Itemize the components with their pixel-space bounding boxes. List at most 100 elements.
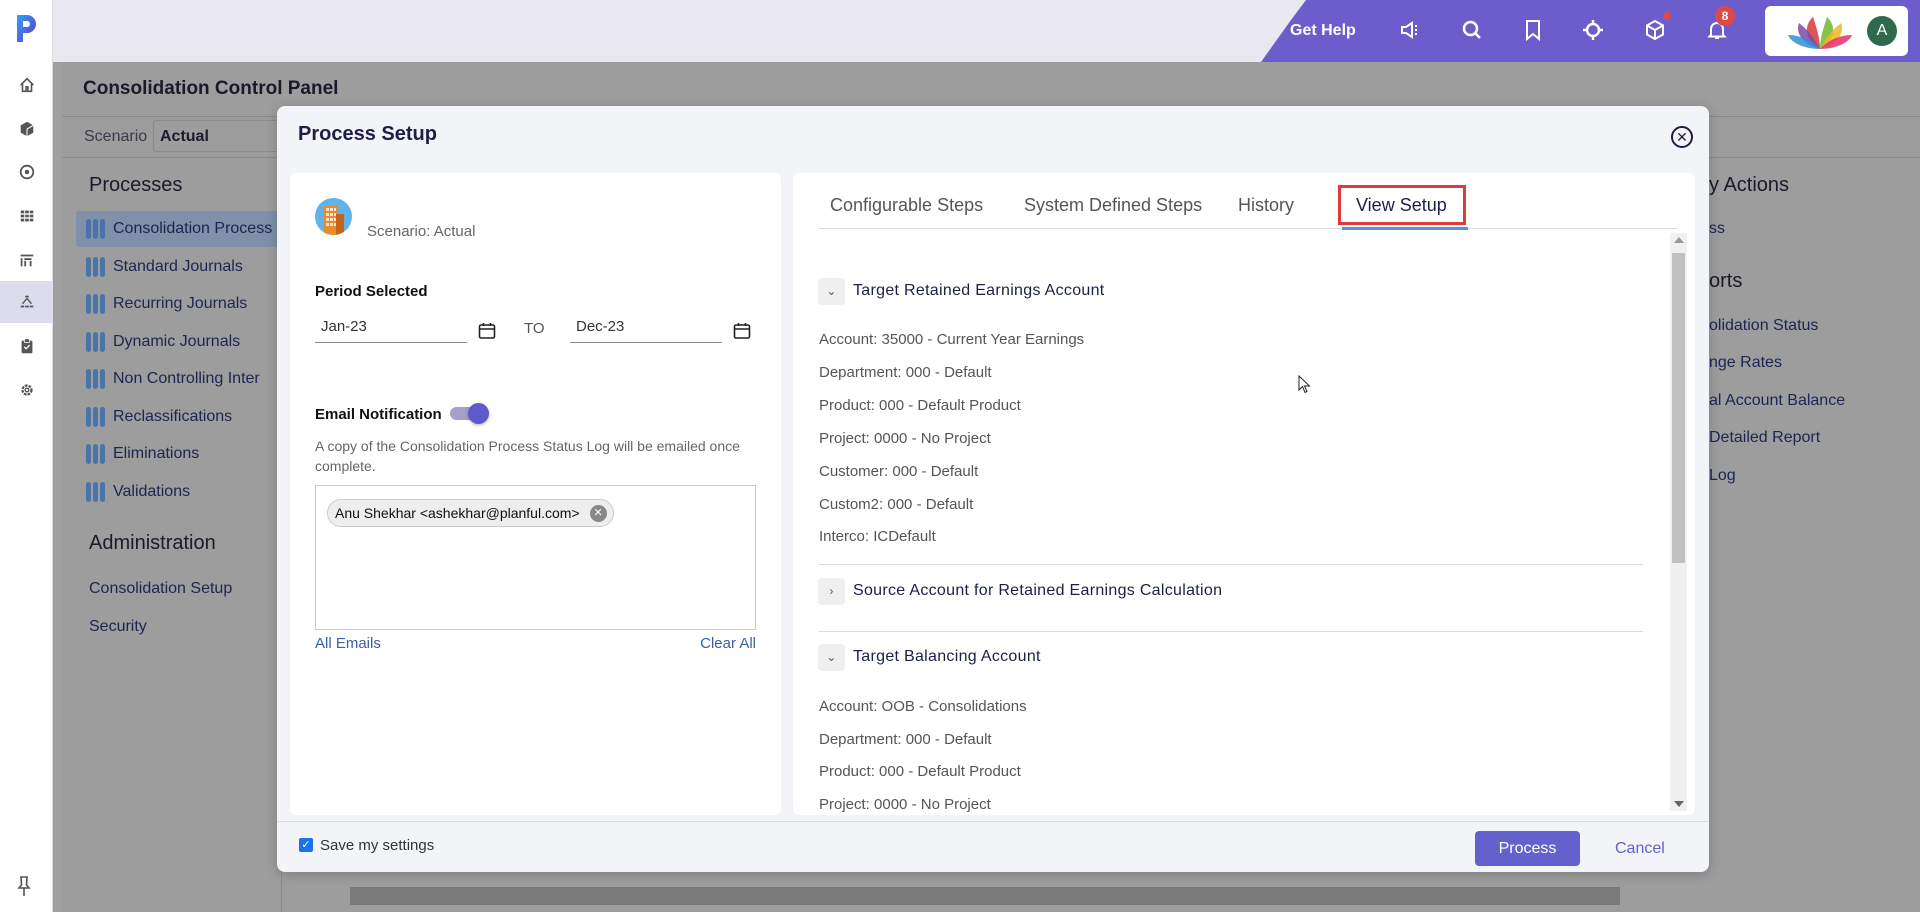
tab-system-defined-steps[interactable]: System Defined Steps <box>1024 195 1202 216</box>
chevron-down-icon[interactable]: ⌄ <box>818 277 845 305</box>
process-item[interactable]: Validations <box>76 474 286 510</box>
page-title: Consolidation Control Panel <box>83 78 339 99</box>
save-settings-checkbox[interactable]: ✓ <box>299 838 313 852</box>
email-notification-toggle[interactable] <box>448 403 490 424</box>
home-icon[interactable] <box>0 64 53 106</box>
report-link[interactable]: Detailed Report <box>1709 429 1820 447</box>
scroll-up-icon[interactable] <box>1674 237 1684 243</box>
report-link[interactable]: al Account Balance <box>1709 392 1845 410</box>
field-row: Customer: 000 - Default <box>819 463 978 480</box>
process-bars-icon <box>86 219 105 239</box>
target-icon[interactable] <box>0 151 53 193</box>
company-logo-box[interactable]: A <box>1765 6 1908 56</box>
field-label: Interco: <box>819 528 870 545</box>
section-header[interactable]: ⌄ Target Balancing Account <box>818 643 1041 671</box>
period-from-input[interactable]: Jan-23 <box>315 313 467 343</box>
field-value: 000 - Default Product <box>879 763 1021 780</box>
get-help-link[interactable]: Get Help <box>1290 22 1356 40</box>
scenario-info: Scenario: Actual <box>367 223 476 240</box>
cube-icon[interactable] <box>1643 18 1669 44</box>
report-link[interactable]: Log <box>1709 467 1736 485</box>
field-label: Customer: <box>819 463 889 480</box>
process-bars-icon <box>86 294 105 314</box>
report-icon[interactable] <box>0 239 53 281</box>
section-header[interactable]: ⌄ Target Retained Earnings Account <box>818 277 1105 305</box>
field-value: 000 - Default Product <box>879 397 1021 414</box>
period-to-input[interactable]: Dec-23 <box>570 313 722 343</box>
announcement-icon[interactable] <box>1398 18 1424 44</box>
process-label: Reclassifications <box>113 408 233 425</box>
field-row: Product: 000 - Default Product <box>819 763 1021 780</box>
clear-all-link[interactable]: Clear All <box>700 635 756 652</box>
all-emails-link[interactable]: All Emails <box>315 635 381 652</box>
security-link[interactable]: Security <box>89 618 147 636</box>
scrollbar-thumb[interactable] <box>1672 253 1685 563</box>
field-label: Account: <box>819 331 878 348</box>
remove-recipient-icon[interactable]: ✕ <box>589 504 607 522</box>
target-icon[interactable] <box>1581 18 1607 44</box>
close-icon[interactable]: ✕ <box>1671 126 1693 148</box>
field-value: 0000 - No Project <box>874 430 991 447</box>
cube-icon[interactable] <box>0 108 53 150</box>
quick-action-link[interactable]: ss <box>1709 220 1725 238</box>
active-tab-underline <box>1342 227 1468 230</box>
section-divider <box>818 631 1643 632</box>
process-item[interactable]: Standard Journals <box>76 249 286 285</box>
calendar-icon[interactable] <box>477 321 497 341</box>
gear-icon[interactable] <box>0 369 53 411</box>
planful-logo[interactable] <box>14 12 38 44</box>
calendar-icon[interactable] <box>732 321 752 341</box>
quick-actions-heading: y Actions <box>1709 174 1790 196</box>
tab-highlight-box <box>1338 185 1466 225</box>
field-value: 35000 - Current Year Earnings <box>881 331 1085 348</box>
process-item[interactable]: Non Controlling Inter <box>76 361 286 397</box>
section-divider <box>818 564 1643 565</box>
process-label: Non Controlling Inter <box>113 370 260 387</box>
section-header[interactable]: › Source Account for Retained Earnings Ca… <box>818 577 1222 605</box>
user-avatar[interactable]: A <box>1867 16 1897 46</box>
process-label: Eliminations <box>113 445 200 462</box>
process-bars-icon <box>86 407 105 427</box>
section-title: Source Account for Retained Earnings Cal… <box>853 582 1223 599</box>
horizontal-scrollbar[interactable] <box>350 887 1620 905</box>
chevron-down-icon[interactable]: ⌄ <box>818 643 845 671</box>
field-label: Project: <box>819 430 870 447</box>
cancel-button[interactable]: Cancel <box>1615 840 1665 858</box>
scroll-down-icon[interactable] <box>1674 801 1684 807</box>
process-bars-icon <box>86 444 105 464</box>
email-notification-label: Email Notification <box>315 406 442 423</box>
report-link[interactable]: olidation Status <box>1709 317 1818 335</box>
vertical-scrollbar[interactable] <box>1670 233 1687 811</box>
grid-icon[interactable] <box>0 195 53 237</box>
building-icon <box>315 198 352 235</box>
field-value: ICDefault <box>873 528 936 545</box>
report-link[interactable]: nge Rates <box>1709 354 1782 372</box>
tab-configurable-steps[interactable]: Configurable Steps <box>830 195 983 216</box>
process-bars-icon <box>86 482 105 502</box>
process-item[interactable]: Eliminations <box>76 436 286 472</box>
process-item[interactable]: Consolidation Process <box>76 211 286 247</box>
hierarchy-icon[interactable] <box>0 281 53 323</box>
chevron-right-icon[interactable]: › <box>818 577 845 605</box>
clipboard-icon[interactable] <box>0 325 53 367</box>
setup-details-card: Configurable Steps System Defined Steps … <box>793 173 1695 815</box>
process-item[interactable]: Dynamic Journals <box>76 324 286 360</box>
process-button[interactable]: Process <box>1475 831 1580 866</box>
processes-heading: Processes <box>89 174 183 196</box>
tab-history[interactable]: History <box>1238 195 1294 216</box>
consolidation-setup-link[interactable]: Consolidation Setup <box>89 580 232 598</box>
field-row: Account: OOB - Consolidations <box>819 698 1027 715</box>
email-recipients-input[interactable]: Anu Shekhar <ashekhar@planful.com> ✕ <box>315 485 756 630</box>
process-bars-icon <box>86 369 105 389</box>
process-setup-modal: Process Setup ✕ Scenario: Actual Period … <box>277 106 1709 872</box>
field-label: Department: <box>819 364 902 381</box>
field-value: 000 - Default <box>892 463 979 480</box>
pin-icon[interactable] <box>14 874 34 898</box>
bookmark-icon[interactable] <box>1521 18 1547 44</box>
save-settings-label[interactable]: Save my settings <box>320 837 434 854</box>
field-row: Department: 000 - Default <box>819 364 992 381</box>
view-setup-content: ⌄ Target Retained Earnings Account Accoun… <box>818 231 1653 815</box>
process-item[interactable]: Reclassifications <box>76 399 286 435</box>
process-item[interactable]: Recurring Journals <box>76 286 286 322</box>
search-icon[interactable] <box>1460 18 1486 44</box>
